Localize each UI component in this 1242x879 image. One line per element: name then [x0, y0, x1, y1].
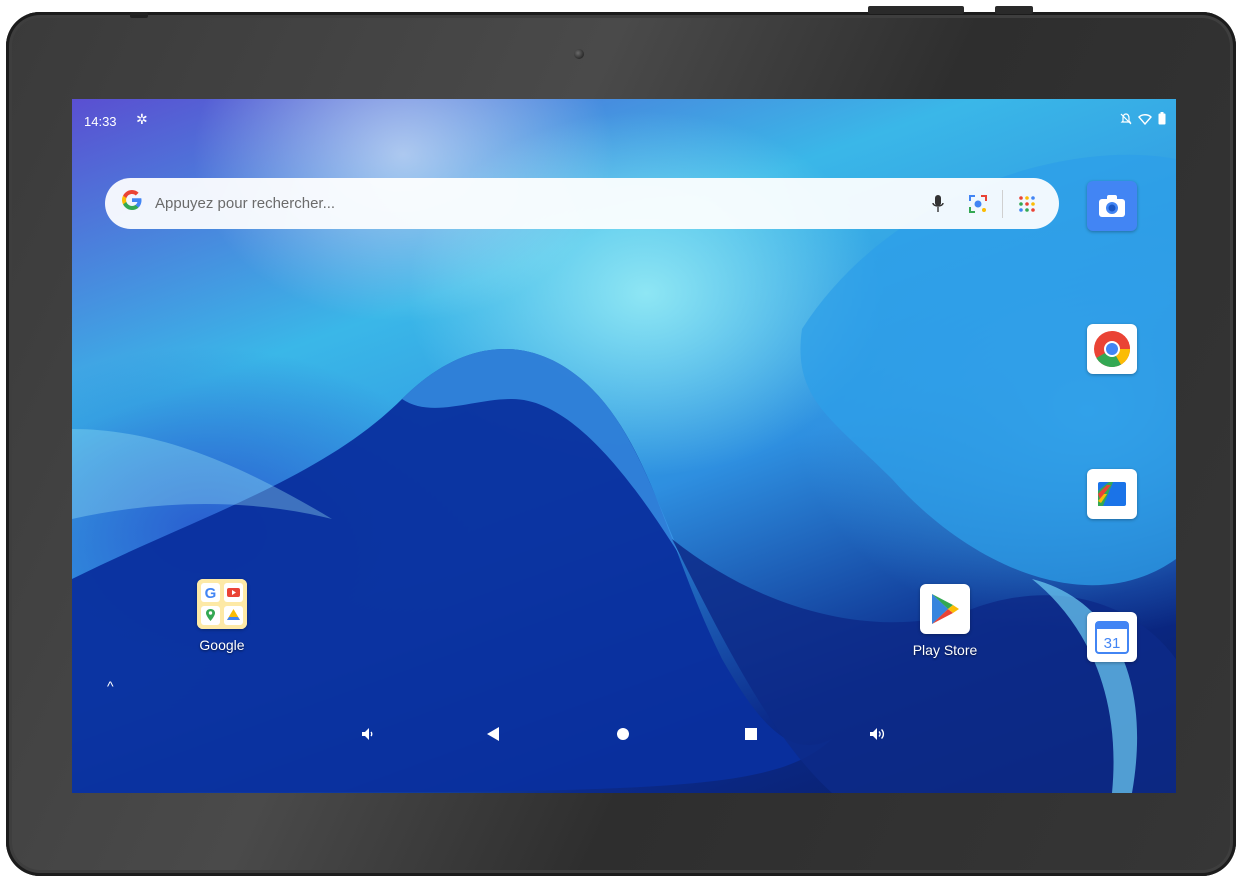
recents-icon[interactable]: [736, 722, 766, 746]
home-screen: 14:33 ✲ Appuyez pour rechercher... 31 G …: [72, 99, 1176, 793]
volume-button: [995, 6, 1033, 14]
status-clock: 14:33: [84, 114, 117, 129]
front-camera: [574, 49, 584, 59]
search-divider: [1002, 189, 1003, 218]
dock-photos[interactable]: [1087, 469, 1137, 519]
dock-calendar[interactable]: 31: [1087, 612, 1137, 662]
status-icons: [1120, 112, 1166, 125]
apps-grid-icon[interactable]: [1007, 184, 1047, 224]
side-notch: [130, 12, 148, 18]
power-button: [868, 6, 964, 14]
volume-down-icon[interactable]: [354, 722, 384, 746]
google-logo: [121, 189, 145, 218]
notifications-off-icon: [1120, 112, 1132, 124]
status-bar: 14:33 ✲: [72, 99, 1176, 131]
dock-chrome[interactable]: [1087, 324, 1137, 374]
play-store-icon: [920, 584, 970, 634]
calendar-date: 31: [1104, 635, 1121, 652]
chrome-icon: [1087, 324, 1137, 374]
dock-camera[interactable]: [1087, 181, 1137, 231]
gear-icon[interactable]: ✲: [136, 111, 148, 128]
play-store-app[interactable]: Play Store: [907, 584, 983, 658]
calendar-icon: 31: [1087, 612, 1137, 662]
mic-icon[interactable]: [918, 184, 958, 224]
play-store-label: Play Store: [912, 642, 978, 658]
camera-icon: [1087, 181, 1137, 231]
svg-text:G: G: [205, 585, 217, 602]
google-folder-label: Google: [199, 637, 245, 653]
photos-icon: [1087, 469, 1137, 519]
google-folder[interactable]: G Google: [184, 579, 260, 653]
wifi-icon: [1138, 113, 1152, 125]
navigation-bar: [72, 714, 1176, 754]
google-folder-icon: G: [197, 579, 247, 629]
google-g-icon: [122, 190, 142, 210]
search-bar[interactable]: Appuyez pour rechercher...: [105, 178, 1059, 229]
volume-up-icon[interactable]: [864, 722, 894, 746]
lens-icon[interactable]: [958, 184, 998, 224]
battery-icon: [1158, 112, 1166, 125]
back-icon[interactable]: [478, 722, 508, 746]
home-icon[interactable]: [608, 722, 638, 746]
search-input[interactable]: Appuyez pour rechercher...: [155, 195, 918, 212]
app-drawer-handle[interactable]: ^: [107, 678, 114, 694]
